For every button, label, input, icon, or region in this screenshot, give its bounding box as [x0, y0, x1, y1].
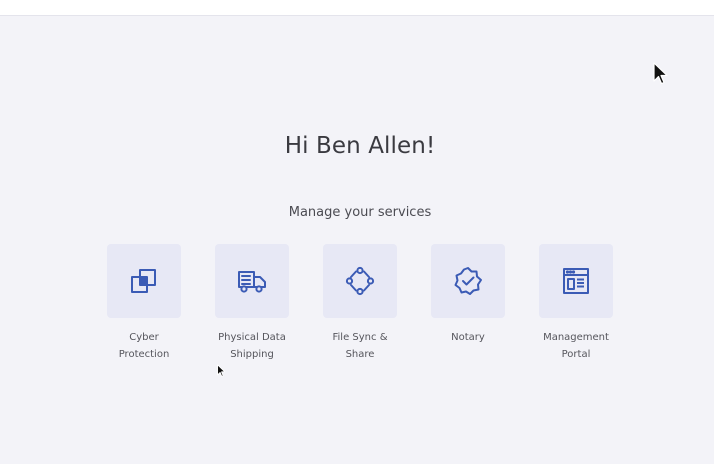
- service-label: Management Portal: [543, 332, 609, 360]
- service-file-sync-share[interactable]: File Sync & Share: [323, 244, 397, 363]
- service-notary[interactable]: Notary: [431, 244, 505, 363]
- services-subtitle: Manage your services: [288, 205, 432, 220]
- cyber-protection-icon: [131, 269, 156, 293]
- service-tile[interactable]: [215, 244, 289, 318]
- management-portal-icon: [563, 268, 589, 294]
- service-label: File Sync & Share: [332, 332, 388, 360]
- top-bar: [0, 0, 714, 16]
- service-label: Cyber Protection: [118, 332, 170, 360]
- service-tile[interactable]: [107, 244, 181, 318]
- service-management-portal[interactable]: Management Portal: [539, 244, 613, 363]
- mouse-cursor-icon: [217, 364, 226, 377]
- service-label: Physical Data Shipping: [218, 332, 286, 360]
- file-sync-icon: [345, 266, 375, 296]
- service-tile[interactable]: [323, 244, 397, 318]
- mouse-cursor-icon: [653, 62, 668, 85]
- notary-badge-icon: [454, 267, 482, 295]
- service-tile[interactable]: [539, 244, 613, 318]
- service-label: Notary: [451, 332, 485, 343]
- truck-icon: [238, 271, 266, 293]
- service-cyber-protection[interactable]: Cyber Protection: [107, 244, 181, 363]
- service-tile[interactable]: [431, 244, 505, 318]
- services-list: Cyber Protection Physical Data Shipping: [107, 244, 613, 363]
- service-physical-data-shipping[interactable]: Physical Data Shipping: [215, 244, 289, 363]
- greeting-title: Hi Ben Allen!: [284, 133, 436, 159]
